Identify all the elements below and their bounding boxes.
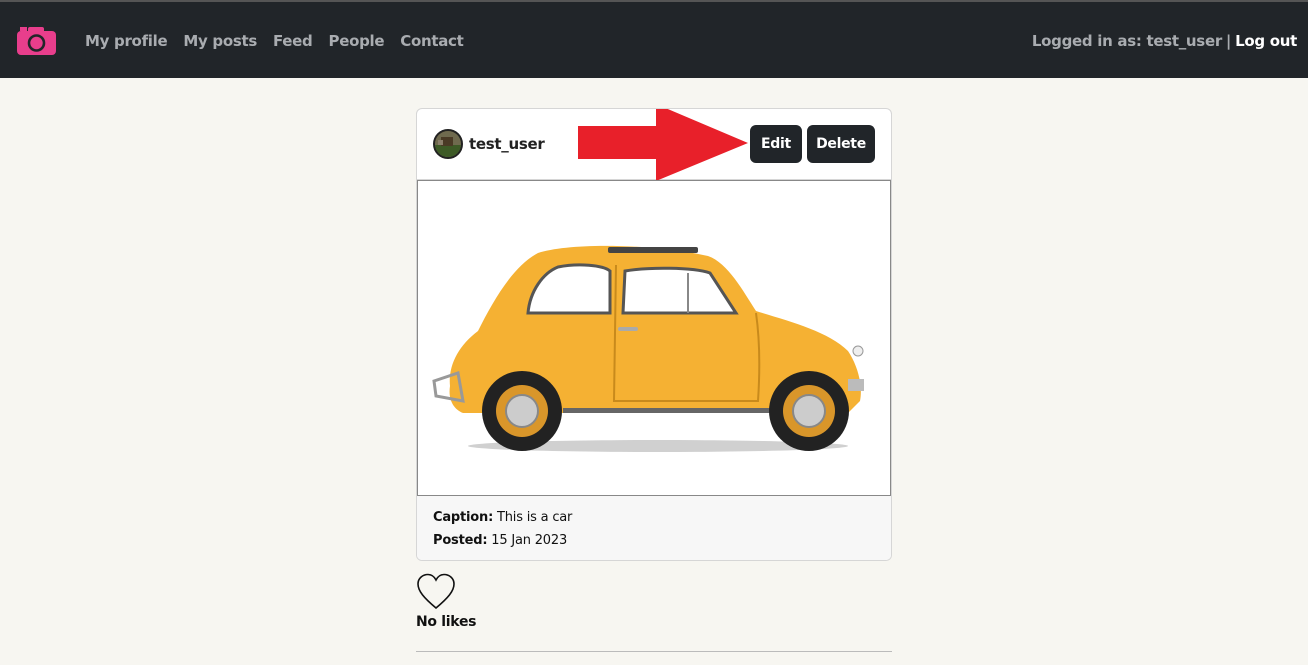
caption-text: This is a car <box>497 510 573 525</box>
top-navbar: My profile My posts Feed People Contact … <box>0 0 1308 78</box>
posted-line: Posted: 15 Jan 2023 <box>433 533 567 548</box>
posted-label: Posted: <box>433 533 488 548</box>
caption-label: Caption: <box>433 510 494 525</box>
red-arrow-annotation <box>578 109 748 181</box>
camera-icon[interactable] <box>16 26 57 56</box>
post-header: test_user Edit Delete <box>417 109 891 181</box>
separator: | <box>1225 32 1232 50</box>
post-image <box>417 180 891 496</box>
caption-line: Caption: This is a car <box>433 510 572 525</box>
likes-count: No likes <box>416 614 477 630</box>
nav-people[interactable]: People <box>329 32 385 50</box>
user-status: Logged in as: test_user | Log out <box>1032 32 1297 50</box>
logged-in-label: Logged in as: test_user <box>1031 32 1222 50</box>
post-card: test_user Edit Delete Caption: This is a… <box>416 108 892 561</box>
nav-my-profile[interactable]: My profile <box>85 32 168 50</box>
logout-link[interactable]: Log out <box>1235 32 1297 50</box>
yellow-car-image <box>432 245 864 452</box>
avatar[interactable] <box>433 129 463 159</box>
nav-feed[interactable]: Feed <box>273 32 313 50</box>
nav-contact[interactable]: Contact <box>400 32 464 50</box>
nav-links: My profile My posts Feed People Contact <box>85 32 464 50</box>
heart-icon[interactable] <box>416 573 476 613</box>
post-footer: Caption: This is a car Posted: 15 Jan 20… <box>417 496 891 560</box>
delete-button[interactable]: Delete <box>807 125 875 163</box>
post-username[interactable]: test_user <box>469 135 545 153</box>
edit-button[interactable]: Edit <box>750 125 802 163</box>
posted-date: 15 Jan 2023 <box>491 533 568 548</box>
divider <box>416 651 892 652</box>
nav-my-posts[interactable]: My posts <box>183 32 257 50</box>
